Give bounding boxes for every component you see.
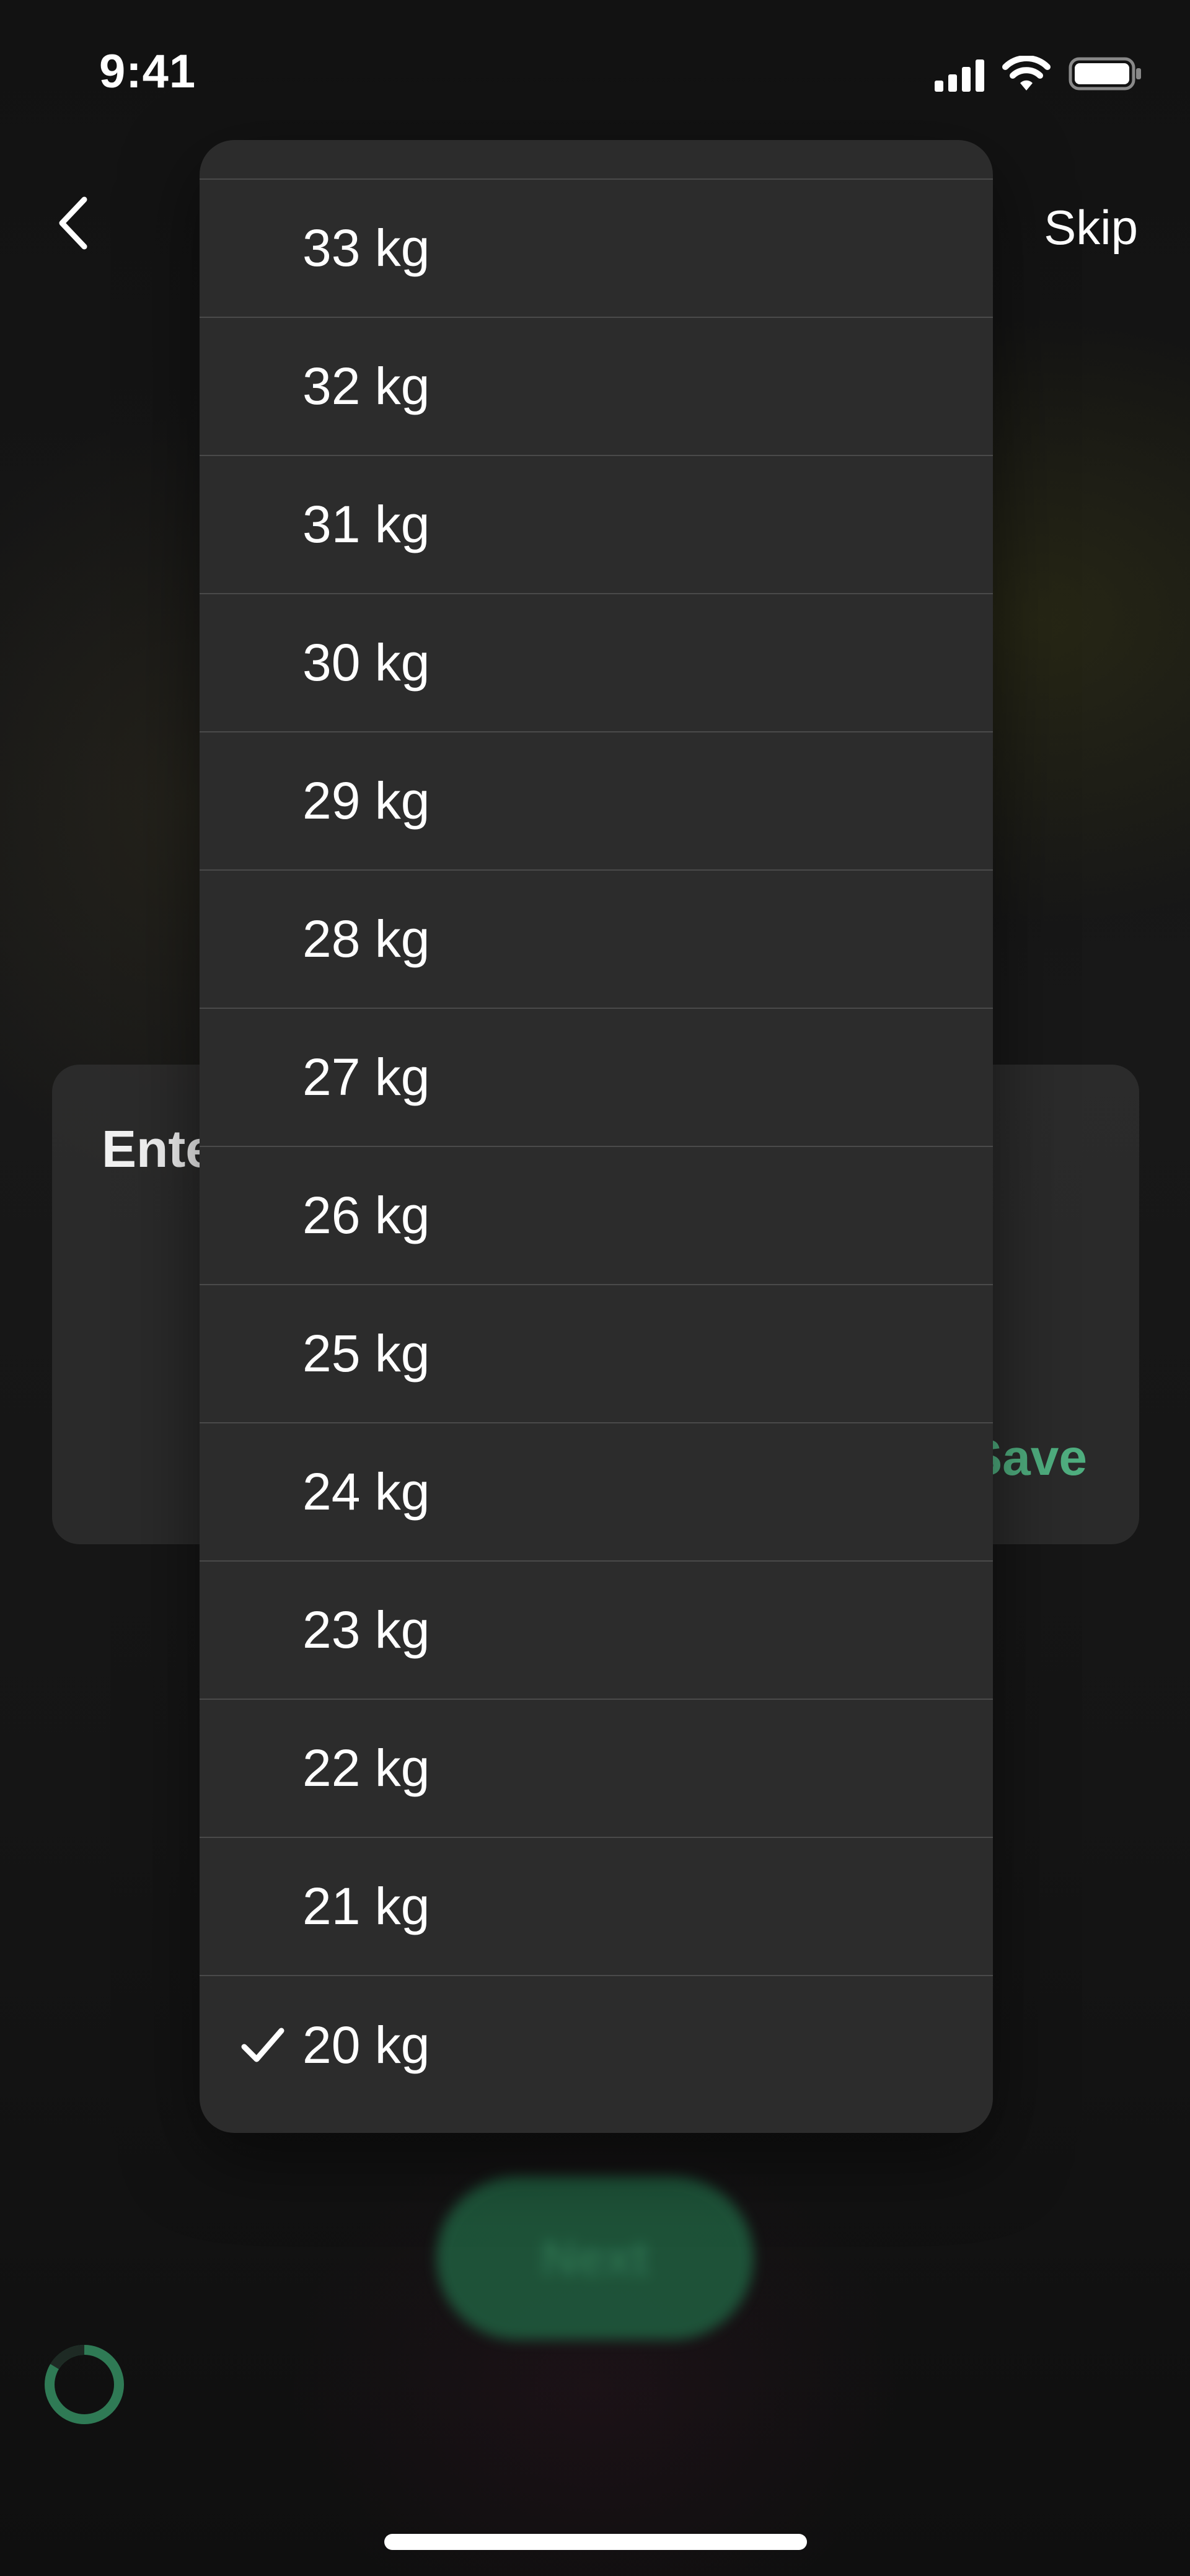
menu-items: 33 kg 32 kg 31 kg 30 kg 29 kg 28 kg 27 kg 26 kg… [200,180,993,2114]
next-button[interactable]: Next [436,2176,754,2340]
menu-item-label: 25 kg [302,1324,430,1383]
entry-card-title: Ente [102,1120,215,1178]
back-button[interactable] [50,192,99,254]
menu-item-label: 32 kg [302,357,430,415]
checkmark-icon [241,2028,284,2062]
menu-item[interactable]: 31 kg [200,456,993,594]
menu-item[interactable]: 33 kg [200,180,993,318]
menu-item[interactable]: 24 kg [200,1423,993,1562]
menu-item-label: 30 kg [302,633,430,692]
menu-item-label: 29 kg [302,771,430,830]
menu-item-label: 31 kg [302,495,430,553]
screen: 9:41 Skip Ente Save Next 33 kg 32 kg 31 … [0,0,1190,2576]
weight-picker-menu: 33 kg 32 kg 31 kg 30 kg 29 kg 28 kg 27 kg 26 kg… [200,140,993,2133]
menu-item-label: 23 kg [302,1601,430,1659]
loading-spinner-icon [45,2344,124,2424]
menu-item-label: 20 kg [302,2016,430,2074]
menu-item[interactable]: 25 kg [200,1285,993,1423]
menu-item[interactable]: 28 kg [200,871,993,1009]
menu-item[interactable]: 26 kg [200,1147,993,1285]
menu-item[interactable]: 32 kg [200,318,993,456]
status-bar: 9:41 [0,0,1190,149]
menu-item-label: 24 kg [302,1462,430,1521]
menu-item[interactable]: 22 kg [200,1700,993,1838]
wifi-icon [1002,56,1051,90]
menu-item[interactable]: 21 kg [200,1838,993,1976]
menu-item[interactable]: 23 kg [200,1562,993,1700]
menu-item[interactable]: 29 kg [200,732,993,871]
skip-button[interactable]: Skip [1044,200,1138,256]
menu-item-label: 22 kg [302,1739,430,1797]
home-indicator [384,2534,807,2550]
chevron-left-icon [59,196,87,250]
status-icons [935,55,1143,92]
status-time: 9:41 [99,45,196,98]
battery-icon [1069,57,1141,90]
menu-item-label: 26 kg [302,1186,430,1244]
menu-item[interactable]: 30 kg [200,594,993,732]
menu-top-edge [200,140,993,180]
menu-item-label: 27 kg [302,1048,430,1106]
menu-item-label: 28 kg [302,910,430,968]
menu-item-label: 21 kg [302,1877,430,1935]
menu-item[interactable]: 27 kg [200,1009,993,1147]
menu-item-label: 33 kg [302,219,430,277]
signal-icon [935,59,984,92]
next-button-label: Next [541,2230,649,2285]
menu-item[interactable]: 20 kg [200,1976,993,2114]
